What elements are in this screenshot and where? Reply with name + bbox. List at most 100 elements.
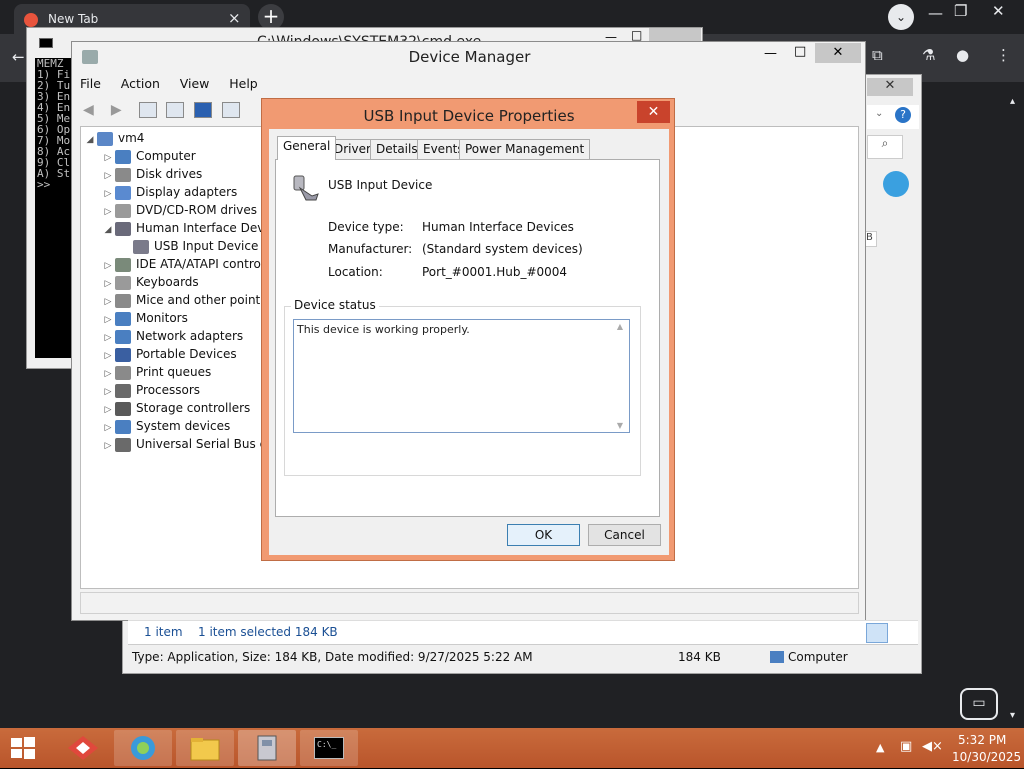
labs-icon[interactable]: ⚗ <box>922 46 935 64</box>
tree-item[interactable]: ▷ DVD/CD-ROM drives <box>101 201 257 219</box>
dialog-title: USB Input Device Properties <box>363 107 575 125</box>
tree-item[interactable]: ▷ IDE ATA/ATAPI contro <box>101 255 261 273</box>
windows-start-icon[interactable] <box>10 736 36 760</box>
dm-maximize-button[interactable]: □ <box>794 44 806 59</box>
properties-icon[interactable] <box>166 102 185 118</box>
tree-root[interactable]: ◢ vm4 <box>83 129 144 147</box>
device-category-icon <box>115 329 131 344</box>
scroll-up-icon[interactable]: ▲ <box>612 322 628 331</box>
show-hidden-icons-icon[interactable]: ▲ <box>876 741 884 754</box>
tree-item[interactable]: ▷ Network adapters <box>101 327 243 345</box>
dm-minimize-button[interactable]: — <box>764 46 777 61</box>
tree-item[interactable]: ◢ Human Interface Devic <box>101 219 274 237</box>
tree-item[interactable]: ▷ Display adapters <box>101 183 237 201</box>
clock-date[interactable]: 10/30/2025 <box>952 750 1021 764</box>
browser-back-icon[interactable]: ← <box>12 48 25 66</box>
device-category-icon <box>115 311 131 326</box>
device-category-icon <box>115 257 131 272</box>
location-label: Computer <box>788 650 848 664</box>
cancel-button[interactable]: Cancel <box>588 524 661 546</box>
tab-general[interactable]: General <box>277 136 337 160</box>
tab-power-management[interactable]: Power Management <box>459 139 591 159</box>
network-icon[interactable]: ▣ <box>900 739 912 754</box>
device-name: USB Input Device <box>328 178 433 192</box>
explorer-details-bar: Type: Application, Size: 184 KB, Date mo… <box>128 644 918 670</box>
browser-tab-close-icon[interactable]: × <box>228 9 241 27</box>
details-view-icon[interactable] <box>866 623 888 643</box>
show-hide-tree-icon[interactable] <box>138 102 157 118</box>
explorer-side-text: B <box>865 231 877 247</box>
taskbar-device-manager-icon[interactable] <box>238 730 296 766</box>
tree-item[interactable]: ▷ Mice and other pointin <box>101 291 271 309</box>
tree-item[interactable]: USB Input Device <box>119 237 258 255</box>
taskbar-cmd-icon[interactable]: C:\_ <box>300 730 358 766</box>
tree-root-label: vm4 <box>118 131 145 145</box>
computer-icon <box>770 651 784 663</box>
tree-item-label: USB Input Device <box>154 239 259 253</box>
taskbar-app-icon[interactable] <box>54 730 112 766</box>
clock-time[interactable]: 5:32 PM <box>958 733 1006 747</box>
status-bar <box>80 592 859 614</box>
forward-arrow-icon[interactable]: ▶ <box>111 102 129 118</box>
tree-item[interactable]: ▷ Computer <box>101 147 196 165</box>
profile-icon[interactable]: ● <box>956 46 969 64</box>
device-category-icon <box>115 365 131 380</box>
device-category-icon <box>133 239 149 254</box>
tree-item-label: Display adapters <box>136 185 238 199</box>
help-icon[interactable] <box>194 102 213 118</box>
dialog-close-button[interactable]: ✕ <box>637 101 670 123</box>
menu-file[interactable]: File <box>80 76 101 91</box>
back-arrow-icon[interactable]: ◀ <box>83 102 101 118</box>
usb-properties-dialog[interactable]: USB Input Device Properties ✕ General Dr… <box>261 98 675 561</box>
browser-tab-search-button[interactable]: ⌄ <box>888 4 914 30</box>
tree-item[interactable]: ▷ Print queues <box>101 363 211 381</box>
expand-arrow-icon[interactable]: ▷ <box>101 437 115 455</box>
tree-item[interactable]: ▷ Disk drives <box>101 165 202 183</box>
taskbar-explorer-icon[interactable] <box>176 730 234 766</box>
chat-icon[interactable]: ▭ <box>960 688 998 720</box>
explorer-help-area: ⌄ ? <box>867 105 919 129</box>
chevron-down-icon[interactable]: ⌄ <box>875 108 883 119</box>
cmd-console[interactable]: MEMZ 1) Fi 2) Tu 3) En 4) En 5) Me 6) Op… <box>35 58 71 358</box>
menu-action[interactable]: Action <box>121 76 160 91</box>
search-icon[interactable]: ⌕ <box>867 135 903 159</box>
device-status-textbox[interactable]: This device is working properly. ▲ ▼ <box>293 319 630 433</box>
browser-restore-button[interactable]: ❐ <box>954 2 967 20</box>
cmd-maximize-button[interactable]: □ <box>631 28 642 42</box>
taskbar-ie-icon[interactable] <box>114 730 172 766</box>
ok-button[interactable]: OK <box>507 524 580 546</box>
device-status-group: Device status This device is working pro… <box>284 298 641 476</box>
tree-item[interactable]: ▷ System devices <box>101 417 230 435</box>
menu-view[interactable]: View <box>180 76 210 91</box>
tree-item[interactable]: ▷ Processors <box>101 381 200 399</box>
browser-minimize-button[interactable]: — <box>928 4 943 22</box>
cmd-icon-label: C:\_ <box>314 737 344 759</box>
tree-item[interactable]: ▷ Universal Serial Bus co <box>101 435 274 453</box>
collapse-arrow-icon[interactable]: ◢ <box>83 131 97 149</box>
tree-item[interactable]: ▷ Monitors <box>101 309 188 327</box>
menu-help[interactable]: Help <box>229 76 258 91</box>
tree-item-label: DVD/CD-ROM drives <box>136 203 258 217</box>
tree-item[interactable]: ▷ Keyboards <box>101 273 199 291</box>
explorer-close-button[interactable]: ✕ <box>867 78 913 96</box>
menu-icon[interactable]: ⋮ <box>996 46 1011 64</box>
device-category-icon <box>115 401 131 416</box>
dm-close-button[interactable]: ✕ <box>815 43 861 63</box>
status-scrollbar[interactable]: ▲ ▼ <box>612 322 628 430</box>
device-category-icon <box>115 221 131 236</box>
tree-item-label: Keyboards <box>136 275 199 289</box>
large-icons-view-icon[interactable] <box>892 623 914 643</box>
tree-item[interactable]: ▷ Storage controllers <box>101 399 250 417</box>
device-type-value: Human Interface Devices <box>422 220 574 234</box>
scroll-down-icon[interactable]: ▼ <box>612 421 628 430</box>
expand-arrow-icon[interactable]: ◢ <box>101 221 115 239</box>
view-icon[interactable] <box>222 102 241 118</box>
browser-close-button[interactable]: ✕ <box>992 2 1005 20</box>
tree-item[interactable]: ▷ Portable Devices <box>101 345 237 363</box>
extensions-icon[interactable]: ⧉ <box>872 46 883 64</box>
volume-muted-icon[interactable]: ◀× <box>922 739 943 754</box>
scroll-up-icon[interactable]: ▴ <box>1010 96 1015 107</box>
tab-details[interactable]: Details <box>370 139 424 159</box>
scroll-down-icon[interactable]: ▾ <box>1010 710 1015 721</box>
help-icon[interactable]: ? <box>895 107 911 123</box>
